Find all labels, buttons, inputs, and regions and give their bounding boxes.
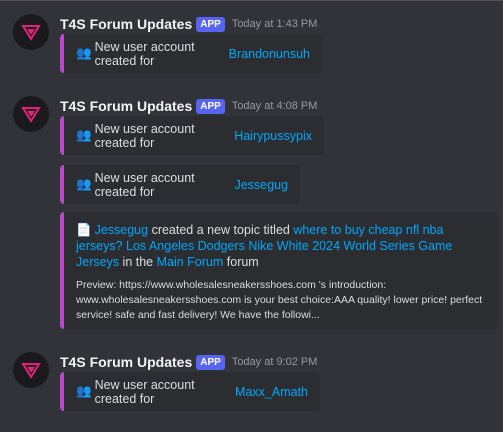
user-link[interactable]: Hairypussypix: [234, 129, 312, 143]
timestamp[interactable]: Today at 4:08 PM: [232, 100, 318, 112]
busts-in-silhouette-icon: 👥: [76, 46, 92, 60]
app-badge: APP: [196, 16, 225, 32]
channel-divider: [0, 0, 503, 1]
busts-in-silhouette-icon: 👥: [76, 128, 92, 142]
forum-link[interactable]: Main Forum: [157, 255, 224, 269]
author-name[interactable]: T4S Forum Updates: [60, 354, 192, 370]
topic-preview: Preview: https://www.wholesalesneakerssh…: [76, 279, 483, 321]
topic-author-link[interactable]: Jessegug: [95, 223, 149, 237]
embed-new-user: 👥 New user account created for Jessegug: [60, 165, 300, 204]
embed-text: New user account created for: [94, 377, 195, 406]
embed-new-topic: 📄 Jessegug created a new topic titled whe…: [60, 212, 497, 329]
busts-in-silhouette-icon: 👥: [76, 177, 92, 191]
t4s-triangle-logo-icon: [21, 363, 41, 379]
timestamp[interactable]: Today at 9:02 PM: [232, 356, 318, 368]
message-header: T4S Forum Updates APP Today at 1:43 PM: [60, 14, 317, 34]
embed-new-user: 👥 New user account created for Hairypuss…: [60, 116, 324, 155]
t4s-triangle-logo-icon: [21, 25, 41, 41]
topic-line: 📄 Jessegug created a new topic titled whe…: [76, 222, 485, 270]
page-facing-up-icon: 📄: [76, 223, 92, 237]
app-badge: APP: [196, 354, 225, 370]
busts-in-silhouette-icon: 👥: [76, 384, 92, 398]
author-name[interactable]: T4S Forum Updates: [60, 16, 192, 32]
embed-text: New user account created for: [94, 121, 195, 150]
timestamp[interactable]: Today at 1:43 PM: [232, 18, 318, 30]
user-link[interactable]: Brandonunsuh: [229, 47, 310, 61]
message-header: T4S Forum Updates APP Today at 9:02 PM: [60, 352, 317, 372]
embed-new-user: 👥 New user account created for Brandonun…: [60, 34, 322, 73]
author-name[interactable]: T4S Forum Updates: [60, 98, 192, 114]
t4s-triangle-logo-icon: [21, 107, 41, 123]
topic-in-text: in the: [119, 255, 157, 269]
message-header: T4S Forum Updates APP Today at 4:08 PM: [60, 96, 317, 116]
embed-text: New user account created for: [94, 170, 195, 199]
user-link[interactable]: Maxx_Amath: [235, 385, 308, 399]
topic-mid-text: created a new topic titled: [148, 223, 294, 237]
bot-avatar[interactable]: [13, 352, 49, 388]
embed-text: New user account created for: [94, 39, 195, 68]
app-badge: APP: [196, 98, 225, 114]
embed-new-user: 👥 New user account created for Maxx_Amat…: [60, 372, 320, 411]
bot-avatar[interactable]: [13, 14, 49, 50]
topic-tail-text: forum: [223, 255, 259, 269]
bot-avatar[interactable]: [13, 96, 49, 132]
user-link[interactable]: Jessegug: [234, 178, 288, 192]
